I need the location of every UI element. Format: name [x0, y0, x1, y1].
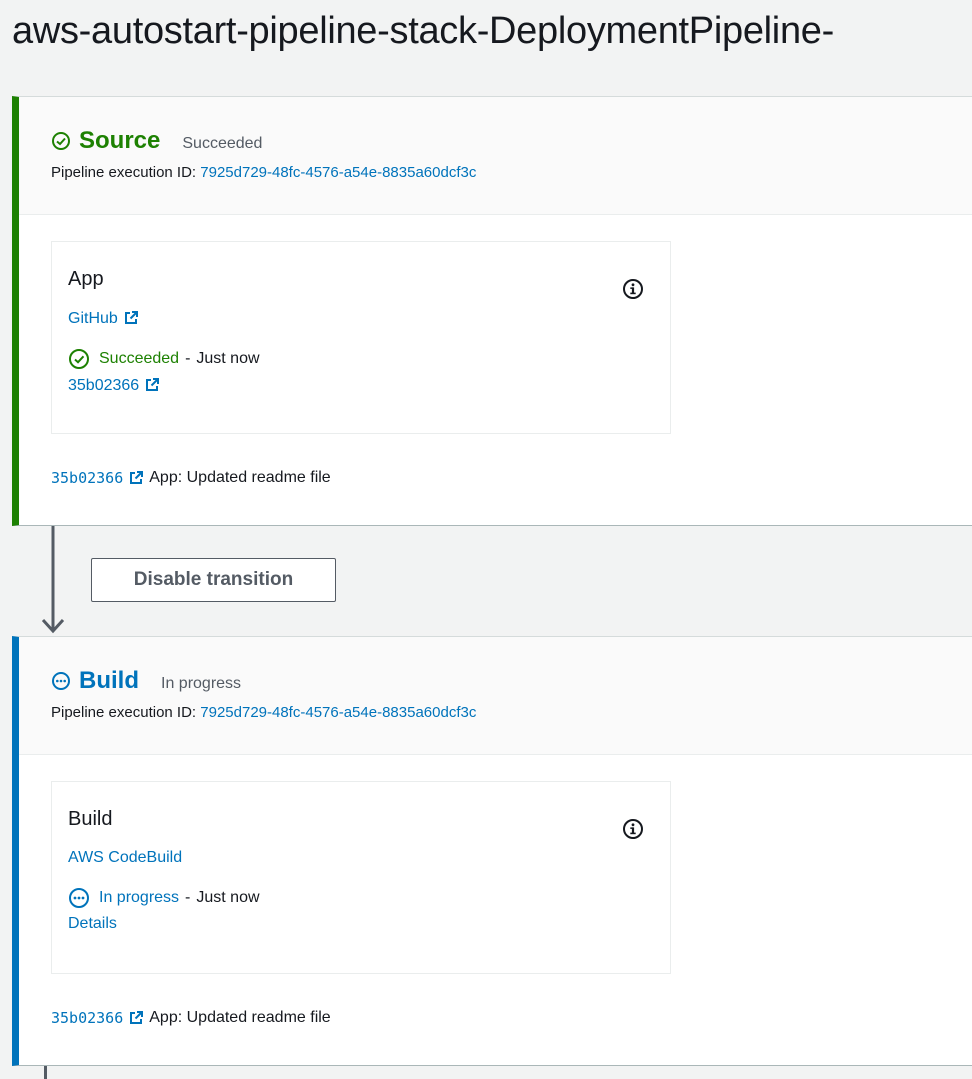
action-card-build: Build AWS CodeBuild In progress - Just n… [51, 781, 671, 974]
commit-id: 35b02366 [51, 469, 124, 487]
commit-id-link[interactable]: 35b02366 [51, 1009, 144, 1027]
stage-status: In progress [161, 675, 242, 692]
arrow-down-icon [42, 526, 64, 634]
execution-id-label: Pipeline execution ID: [51, 164, 197, 181]
execution-id-row: Pipeline execution ID: 7925d729-48fc-457… [51, 164, 972, 181]
check-circle-icon [52, 132, 70, 150]
commit-summary: 35b02366 App: Updated readme file [51, 1009, 331, 1027]
in-progress-icon [69, 888, 89, 908]
in-progress-icon [52, 672, 70, 690]
action-status-label: Succeeded [99, 350, 180, 367]
action-card-app: App GitHub Succeeded - Just now 35b02366 [51, 241, 671, 434]
external-link-icon [130, 1011, 144, 1024]
stage-source: Source Succeeded Pipeline execution ID: … [12, 96, 972, 526]
provider-label: GitHub [68, 310, 118, 327]
stage-status: Succeeded [182, 135, 263, 152]
info-icon[interactable] [622, 818, 644, 840]
commit-message: App: Updated readme file [149, 469, 331, 486]
external-link-icon [124, 311, 138, 324]
page-title: aws-autostart-pipeline-stack-DeploymentP… [12, 10, 834, 52]
commit-id: 35b02366 [51, 1009, 124, 1027]
status-separator: - [185, 350, 191, 367]
action-name: App [68, 268, 104, 290]
stage-header: Build In progress Pipeline execution ID:… [19, 637, 972, 755]
external-link-icon [146, 378, 160, 391]
external-link-icon [130, 471, 144, 484]
action-commit-link[interactable]: 35b02366 [68, 377, 160, 394]
commit-message: App: Updated readme file [149, 1009, 331, 1026]
stage-transition: Disable transition [12, 526, 972, 636]
execution-id-link[interactable]: 7925d729-48fc-4576-a54e-8835a60dcf3c [200, 164, 476, 181]
disable-transition-button[interactable]: Disable transition [91, 558, 336, 602]
execution-id-label: Pipeline execution ID: [51, 704, 197, 721]
stage-header: Source Succeeded Pipeline execution ID: … [19, 97, 972, 215]
stage-name: Build [79, 667, 139, 694]
stage-build: Build In progress Pipeline execution ID:… [12, 636, 972, 1066]
action-time: Just now [196, 350, 260, 367]
action-status-label: In progress [99, 889, 180, 906]
action-commit-label: 35b02366 [68, 377, 140, 394]
transition-connector [44, 1066, 47, 1079]
commit-summary: 35b02366 App: Updated readme file [51, 469, 331, 487]
execution-id-link[interactable]: 7925d729-48fc-4576-a54e-8835a60dcf3c [200, 704, 476, 721]
provider-link[interactable]: GitHub [68, 310, 138, 327]
execution-id-row: Pipeline execution ID: 7925d729-48fc-457… [51, 704, 972, 721]
action-time: Just now [196, 889, 260, 906]
action-status: In progress - Just now [68, 887, 654, 909]
stage-name: Source [79, 127, 161, 154]
action-name: Build [68, 808, 113, 830]
status-separator: - [185, 889, 191, 906]
details-link[interactable]: Details [68, 915, 117, 932]
action-status: Succeeded - Just now [68, 348, 654, 370]
provider-link[interactable]: AWS CodeBuild [68, 849, 182, 866]
info-icon[interactable] [622, 278, 644, 300]
commit-id-link[interactable]: 35b02366 [51, 469, 144, 487]
check-circle-icon [69, 349, 89, 369]
